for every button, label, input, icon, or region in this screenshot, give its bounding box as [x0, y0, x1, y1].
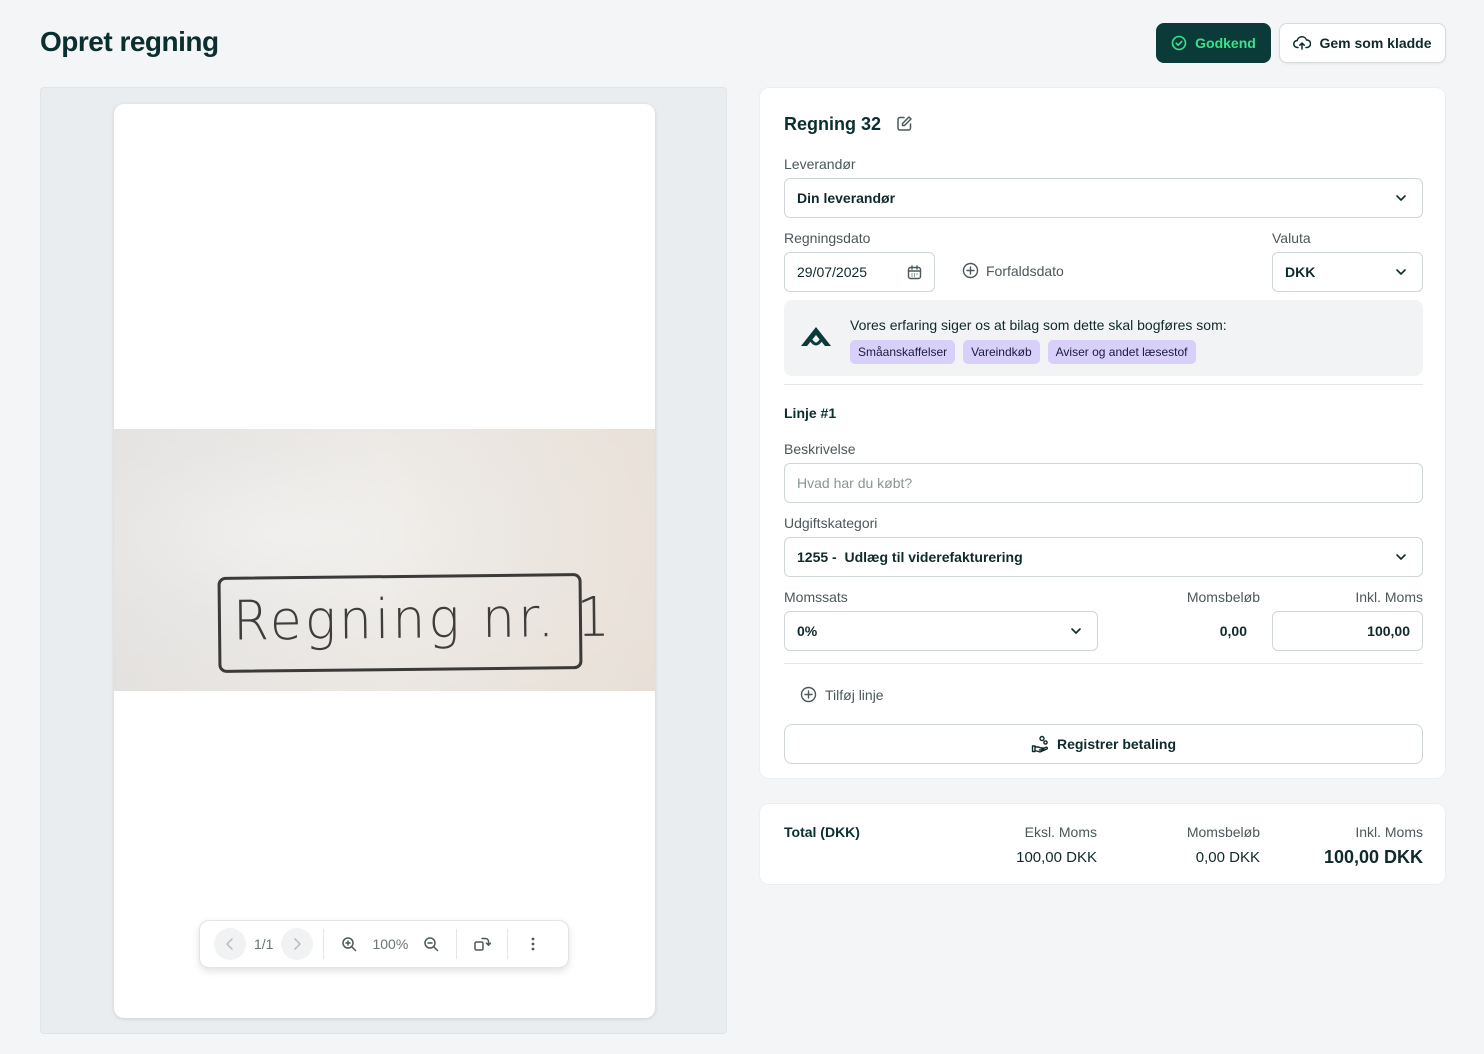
incl-vat-value: 100,00	[1367, 623, 1410, 639]
chevron-down-icon	[1071, 628, 1081, 634]
chevron-down-icon	[1396, 269, 1406, 275]
receipt-handwritten-box: Regning nr. 1	[217, 573, 613, 673]
vat-rate-select[interactable]: 0%	[784, 611, 1098, 651]
plus-circle-icon	[962, 262, 979, 279]
more-options-button[interactable]	[518, 929, 548, 959]
supplier-value: Din leverandør	[797, 190, 896, 206]
hand-coins-icon	[1031, 735, 1049, 753]
total-incl-value: 100,00 DKK	[1323, 847, 1423, 867]
total-card: Total (DKK) Eksl. Moms 100,00 DKK Momsbe…	[759, 803, 1446, 885]
chevron-left-icon	[226, 938, 233, 950]
suggestion-chips: Småanskaffelser Vareindkøb Aviser og and…	[850, 340, 1196, 364]
cloud-upload-icon	[1293, 36, 1312, 50]
category-select[interactable]: 1255 - Udlæg til viderefakturering	[784, 537, 1423, 577]
document-page: Regning nr. 1 1/1 100%	[114, 104, 655, 1018]
description-input[interactable]: Hvad har du købt?	[784, 463, 1423, 503]
chevron-down-icon	[1396, 554, 1406, 560]
more-vertical-icon	[531, 937, 535, 951]
total-excl-label: Eksl. Moms	[1024, 824, 1097, 840]
receipt-text: Regning nr. 1	[232, 586, 614, 654]
currency-label: Valuta	[1272, 230, 1311, 246]
document-preview-panel: Regning nr. 1 1/1 100%	[40, 87, 727, 1034]
chevron-down-icon	[1396, 195, 1406, 201]
zoom-in-button[interactable]	[334, 929, 364, 959]
total-vat-label: Momsbeløb	[1186, 824, 1260, 840]
zoom-out-button[interactable]	[416, 929, 446, 959]
rotate-button[interactable]	[467, 929, 497, 959]
description-label: Beskrivelse	[784, 441, 856, 457]
suggestion-chip[interactable]: Vareindkøb	[963, 340, 1040, 364]
bill-title: Regning 32	[784, 114, 882, 134]
next-page-button[interactable]	[281, 928, 314, 960]
rotate-icon	[474, 937, 492, 951]
calendar-icon	[907, 265, 922, 280]
suggestion-chip[interactable]: Småanskaffelser	[850, 340, 956, 364]
category-value: 1255 - Udlæg til viderefakturering	[797, 549, 1023, 565]
receipt-image: Regning nr. 1	[114, 429, 655, 691]
approve-button[interactable]: Godkend	[1156, 23, 1271, 63]
currency-value: DKK	[1285, 264, 1316, 280]
currency-select[interactable]: DKK	[1272, 252, 1423, 292]
page-title: Opret regning	[40, 26, 219, 57]
zoom-in-icon	[342, 937, 357, 952]
supplier-select[interactable]: Din leverandør	[784, 178, 1423, 218]
incl-vat-input[interactable]: 100,00	[1272, 611, 1423, 651]
edit-title-button[interactable]	[896, 115, 913, 137]
vat-rate-value: 0%	[797, 623, 818, 639]
bill-date-label: Regningsdato	[784, 230, 871, 246]
register-payment-button[interactable]: Registrer betaling	[784, 724, 1423, 764]
viewer-toolbar: 1/1 100%	[199, 920, 569, 968]
plus-circle-icon	[800, 686, 817, 703]
toolbar-divider	[507, 929, 509, 959]
booking-suggestion-box: Vores erfaring siger os at bilag som det…	[784, 300, 1423, 376]
total-excl-value: 100,00 DKK	[1016, 849, 1097, 866]
incl-vat-label: Inkl. Moms	[1355, 589, 1423, 605]
line-title: Linje #1	[784, 405, 837, 421]
page-indicator: 1/1	[254, 936, 274, 952]
total-incl-label: Inkl. Moms	[1355, 824, 1423, 840]
save-draft-label: Gem som kladde	[1319, 35, 1432, 51]
supplier-label: Leverandør	[784, 156, 856, 172]
zoom-level: 100%	[372, 936, 409, 952]
category-label: Udgiftskategori	[784, 515, 878, 531]
suggestion-text: Vores erfaring siger os at bilag som det…	[850, 317, 1227, 333]
register-payment-label: Registrer betaling	[1056, 736, 1177, 752]
brand-logo-icon	[801, 327, 831, 346]
add-line-button[interactable]: Tilføj linje	[800, 686, 884, 703]
bill-date-input[interactable]: 29/07/2025	[784, 252, 935, 292]
check-circle-icon	[1171, 35, 1187, 51]
total-vat-value: 0,00 DKK	[1195, 849, 1260, 866]
due-date-label: Forfaldsdato	[986, 262, 1064, 279]
edit-icon	[897, 116, 912, 131]
toolbar-divider	[323, 929, 325, 959]
save-draft-button[interactable]: Gem som kladde	[1279, 23, 1446, 63]
bill-form-card: Regning 32 Leverandør Din leverandør Reg…	[759, 87, 1446, 779]
approve-label: Godkend	[1195, 35, 1256, 51]
add-line-label: Tilføj linje	[825, 686, 884, 703]
section-divider	[784, 384, 1423, 385]
suggestion-chip[interactable]: Aviser og andet læsestof	[1047, 340, 1196, 364]
total-label: Total (DKK)	[784, 824, 860, 840]
add-due-date-button[interactable]: Forfaldsdato	[962, 262, 1064, 279]
vat-amount-label: Momsbeløb	[1186, 589, 1260, 605]
vat-rate-label: Momssats	[784, 589, 848, 605]
vat-amount-value: 0,00	[1219, 623, 1247, 639]
chevron-right-icon	[294, 938, 302, 950]
description-placeholder: Hvad har du købt?	[797, 475, 913, 491]
zoom-out-icon	[424, 937, 439, 952]
toolbar-divider	[456, 929, 458, 959]
section-divider	[784, 663, 1423, 664]
prev-page-button[interactable]	[214, 928, 246, 960]
bill-date-value: 29/07/2025	[797, 264, 868, 280]
